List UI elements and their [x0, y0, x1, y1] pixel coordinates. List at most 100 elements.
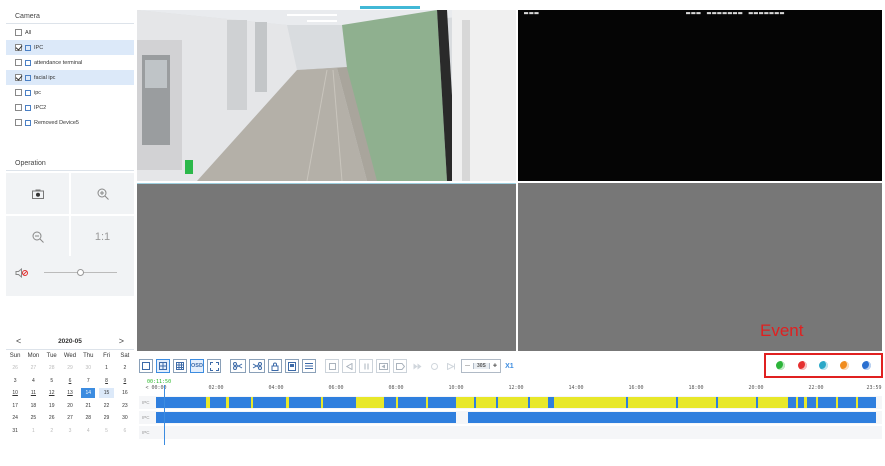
normal-record-segment[interactable]	[156, 412, 456, 423]
event-record-segment[interactable]	[836, 397, 838, 408]
zoom-out-button[interactable]	[6, 216, 69, 257]
step-back-button[interactable]	[376, 359, 390, 373]
layout-1-button[interactable]	[139, 359, 153, 373]
calendar-day[interactable]: 18	[26, 401, 40, 411]
slow-button[interactable]	[410, 359, 424, 373]
video-tile-2[interactable]: ▬▬▬ ▬▬▬ ▬▬▬▬▬▬▬ ▬▬▬▬▬▬▬	[518, 9, 882, 181]
camera-checkbox[interactable]	[15, 59, 22, 66]
camera-checkbox[interactable]	[15, 119, 22, 126]
calendar-day[interactable]: 7	[81, 376, 95, 386]
event-record-segment[interactable]	[816, 397, 818, 408]
camera-item[interactable]: attendance terminal	[6, 55, 134, 70]
event-record-segment[interactable]	[251, 397, 253, 408]
calendar-day[interactable]: 15	[99, 388, 114, 399]
seek-decrease-button[interactable]: —	[462, 363, 473, 369]
clip-start-button[interactable]	[230, 359, 246, 373]
calendar-day[interactable]: 30	[81, 363, 95, 373]
calendar-day[interactable]: 1	[26, 426, 40, 436]
event-record-segment[interactable]	[226, 397, 229, 408]
camera-checkbox[interactable]	[15, 89, 22, 96]
calendar-day[interactable]: 9	[118, 376, 132, 386]
event-intelligent-button[interactable]	[816, 358, 831, 373]
event-record-segment[interactable]	[356, 397, 384, 408]
calendar-day[interactable]: 6	[63, 376, 77, 386]
record-track-1[interactable]	[156, 397, 876, 408]
calendar-day[interactable]: 26	[45, 413, 59, 423]
calendar-day[interactable]: 19	[45, 401, 59, 411]
reverse-play-button[interactable]	[342, 359, 356, 373]
event-record-segment[interactable]	[286, 397, 289, 408]
event-alarm-button[interactable]	[795, 358, 810, 373]
normal-record-segment[interactable]	[756, 397, 758, 408]
calendar-day[interactable]: 22	[99, 401, 113, 411]
calendar-day[interactable]: 30	[118, 413, 132, 423]
prev-month-button[interactable]: <	[16, 336, 21, 346]
record-track-2[interactable]	[156, 412, 876, 423]
camera-item[interactable]: ipc	[6, 85, 134, 100]
next-month-button[interactable]: >	[119, 336, 124, 346]
calendar-day[interactable]: 31	[8, 426, 22, 436]
video-tile-3[interactable]	[137, 183, 516, 351]
volume-slider-handle[interactable]	[77, 269, 84, 276]
event-record-segment[interactable]	[396, 397, 398, 408]
seek-increase-button[interactable]: ✚	[490, 363, 500, 369]
timeline-playhead[interactable]	[164, 385, 165, 445]
normal-record-segment[interactable]	[474, 397, 476, 408]
calendar-day[interactable]: 11	[26, 388, 40, 398]
normal-record-segment[interactable]	[716, 397, 718, 408]
normal-record-segment[interactable]	[528, 397, 530, 408]
stop-button[interactable]	[325, 359, 339, 373]
calendar-day[interactable]: 28	[81, 413, 95, 423]
calendar-day[interactable]: 10	[8, 388, 22, 398]
event-record-segment[interactable]	[468, 397, 788, 408]
calendar-day[interactable]: 27	[63, 413, 77, 423]
osd-toggle-button[interactable]: OSD	[190, 359, 204, 373]
event-record-segment[interactable]	[426, 397, 428, 408]
calendar-day[interactable]: 21	[81, 401, 95, 411]
calendar-day[interactable]: 24	[8, 413, 22, 423]
original-size-button[interactable]: 1:1	[71, 216, 134, 257]
normal-record-segment[interactable]	[468, 412, 876, 423]
calendar-day[interactable]: 2	[118, 363, 132, 373]
video-tile-4[interactable]	[518, 183, 882, 351]
calendar-day[interactable]: 5	[99, 426, 113, 436]
event-record-segment[interactable]	[804, 397, 807, 408]
calendar-day[interactable]: 29	[99, 413, 113, 423]
fullscreen-button[interactable]	[207, 359, 221, 373]
lock-button[interactable]	[268, 359, 282, 373]
snapshot-button[interactable]	[6, 173, 69, 214]
camera-item[interactable]: IPC	[6, 40, 134, 55]
camera-checkbox[interactable]	[15, 44, 22, 51]
event-record-segment[interactable]	[456, 397, 468, 408]
camera-item[interactable]: IPC2	[6, 100, 134, 115]
calendar-day[interactable]: 13	[63, 388, 77, 398]
calendar-day[interactable]: 12	[45, 388, 59, 398]
pause-button[interactable]	[359, 359, 373, 373]
calendar-day[interactable]: 1	[99, 363, 113, 373]
calendar-day[interactable]: 23	[118, 401, 132, 411]
calendar-day[interactable]: 16	[118, 388, 132, 398]
layout-9-button[interactable]	[173, 359, 187, 373]
camera-checkbox[interactable]	[15, 29, 22, 36]
calendar-day[interactable]: 4	[81, 426, 95, 436]
calendar-day[interactable]: 6	[118, 426, 132, 436]
calendar-day[interactable]: 25	[26, 413, 40, 423]
calendar-day[interactable]: 8	[99, 376, 113, 386]
play-button[interactable]	[393, 359, 407, 373]
calendar-day[interactable]: 4	[26, 376, 40, 386]
zoom-in-button[interactable]	[71, 173, 134, 214]
calendar-day[interactable]: 3	[8, 376, 22, 386]
next-frame-button[interactable]	[444, 359, 458, 373]
event-record-segment[interactable]	[321, 397, 323, 408]
calendar-day[interactable]: 26	[8, 363, 22, 373]
backup-button[interactable]	[285, 359, 299, 373]
event-record-segment[interactable]	[796, 397, 798, 408]
calendar-day[interactable]: 2	[45, 426, 59, 436]
timeline[interactable]: 00:11:50 < 00:00 02:00 04:00 06:00 08:00 10:0…	[139, 379, 882, 459]
event-record-segment[interactable]	[856, 397, 858, 408]
calendar-day[interactable]: 17	[8, 401, 22, 411]
calendar-day[interactable]: 27	[26, 363, 40, 373]
event-record-segment[interactable]	[206, 397, 210, 408]
camera-checkbox[interactable]	[15, 74, 22, 81]
layout-4-button[interactable]	[156, 359, 170, 373]
